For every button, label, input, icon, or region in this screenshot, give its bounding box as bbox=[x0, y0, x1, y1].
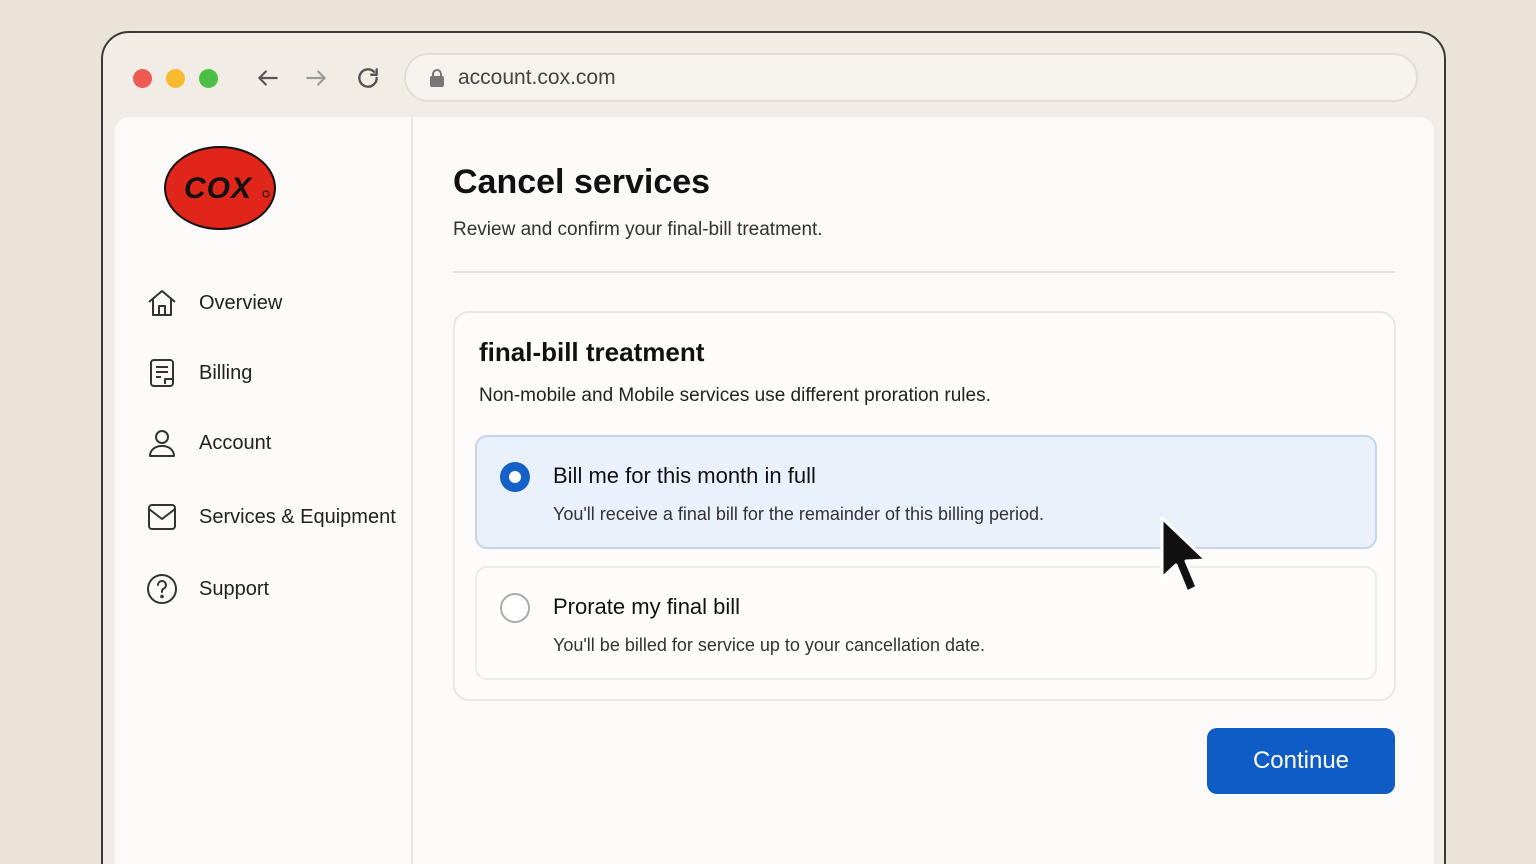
sidebar-item-overview[interactable]: Overview bbox=[145, 283, 405, 323]
continue-button[interactable]: Continue bbox=[1207, 728, 1395, 794]
sidebar-item-billing[interactable]: Billing bbox=[145, 353, 405, 393]
option-title: Bill me for this month in full bbox=[553, 463, 816, 488]
lock-icon bbox=[430, 68, 444, 87]
sidebar-item-label: Services & Equipment bbox=[199, 505, 396, 528]
page-subtitle: Review and confirm your final-bill treat… bbox=[453, 219, 823, 240]
page-title: Cancel services bbox=[453, 163, 711, 201]
sidebar-item-services-equipment[interactable]: Services & Equipment bbox=[145, 497, 405, 537]
address-bar[interactable]: account.cox.com bbox=[404, 53, 1418, 102]
reload-button[interactable] bbox=[353, 63, 383, 93]
user-icon bbox=[145, 426, 179, 460]
close-window-button[interactable] bbox=[133, 69, 152, 88]
sidebar-item-label: Overview bbox=[199, 291, 283, 314]
bill-icon bbox=[145, 356, 179, 390]
forward-button[interactable] bbox=[301, 63, 331, 93]
arrow-left-icon bbox=[258, 70, 278, 86]
divider bbox=[453, 271, 1395, 273]
browser-window: account.cox.com COX Overview Billing Acc… bbox=[101, 31, 1446, 864]
logo-text: COX bbox=[184, 172, 253, 205]
question-icon bbox=[145, 572, 179, 606]
option-prorate[interactable]: Prorate my final bill You'll be billed f… bbox=[475, 566, 1377, 680]
cox-logo[interactable]: COX bbox=[163, 145, 277, 231]
radio-selected[interactable] bbox=[500, 462, 530, 492]
mail-icon bbox=[145, 500, 179, 534]
option-title: Prorate my final bill bbox=[553, 594, 741, 619]
back-button[interactable] bbox=[253, 63, 283, 93]
maximize-window-button[interactable] bbox=[199, 69, 218, 88]
page-content: COX Overview Billing Account Services & … bbox=[115, 117, 1434, 864]
home-icon bbox=[145, 286, 179, 320]
sidebar-item-label: Support bbox=[199, 577, 270, 600]
final-bill-card: final-bill treatment Non-mobile and Mobi… bbox=[453, 311, 1396, 701]
card-title: final-bill treatment bbox=[479, 337, 705, 367]
sidebar-item-label: Billing bbox=[199, 361, 253, 384]
sidebar-item-support[interactable]: Support bbox=[145, 569, 405, 609]
sidebar: COX Overview Billing Account Services & … bbox=[115, 117, 413, 864]
option-description: You'll receive a final bill for the rema… bbox=[553, 504, 1045, 524]
arrow-right-icon bbox=[306, 70, 326, 86]
radio-unselected[interactable] bbox=[500, 593, 530, 623]
url-text: account.cox.com bbox=[458, 65, 616, 89]
minimize-window-button[interactable] bbox=[166, 69, 185, 88]
card-description: Non-mobile and Mobile services use diffe… bbox=[479, 385, 991, 406]
sidebar-item-label: Account bbox=[199, 431, 272, 454]
option-description: You'll be billed for service up to your … bbox=[553, 635, 986, 655]
reload-icon bbox=[358, 68, 378, 88]
sidebar-item-account[interactable]: Account bbox=[145, 423, 405, 463]
option-bill-in-full[interactable]: Bill me for this month in full You'll re… bbox=[475, 435, 1377, 549]
browser-titlebar: account.cox.com bbox=[103, 33, 1444, 119]
